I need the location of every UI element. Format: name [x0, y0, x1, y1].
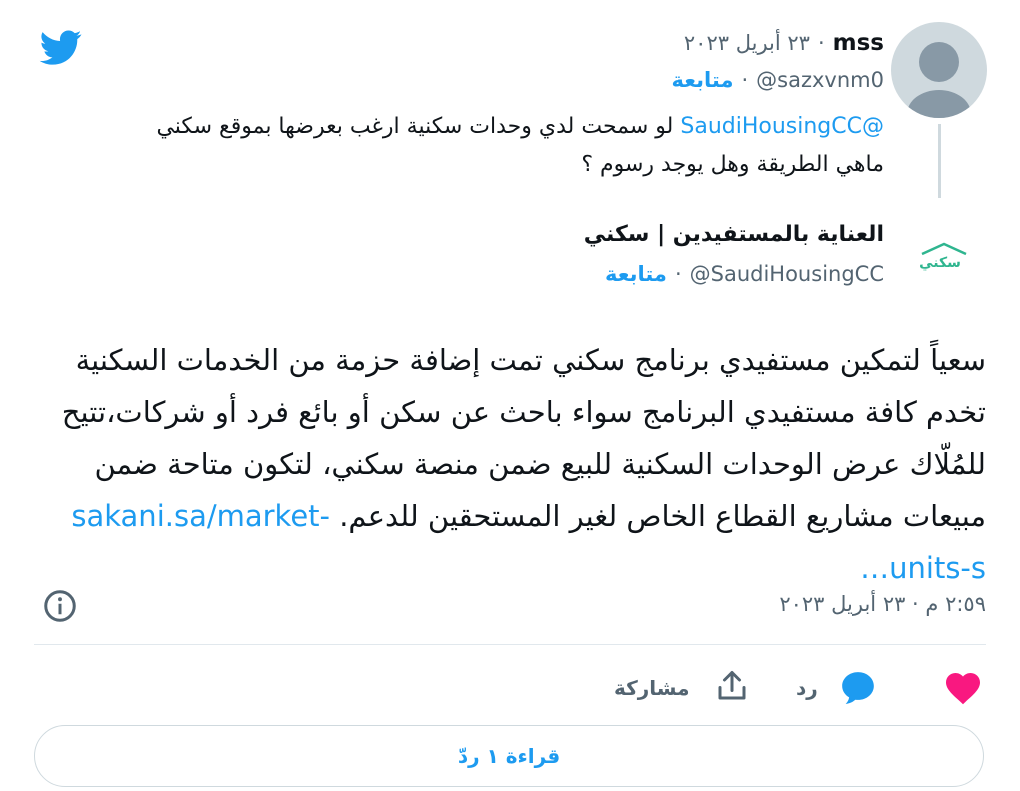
- reply-tweet-header: mss · ٢٣ أبريل ٢٠٢٣: [684, 30, 884, 56]
- main-handle-row: @SaudiHousingCC · متابعة: [605, 262, 884, 286]
- default-avatar-icon: [907, 42, 971, 118]
- share-icon[interactable]: [714, 668, 750, 704]
- reply-author-name[interactable]: mss: [833, 30, 884, 56]
- sakani-logo-icon: سكني: [919, 242, 967, 271]
- divider: [34, 644, 986, 645]
- thread-line: [938, 124, 941, 198]
- mention-link[interactable]: @SaudiHousingCC: [680, 114, 884, 139]
- tweet-timestamp[interactable]: ٢:٥٩ م · ٢٣ أبريل ٢٠٢٣: [779, 592, 986, 616]
- reply-label[interactable]: رد: [796, 676, 818, 700]
- heart-icon[interactable]: [944, 671, 982, 705]
- reply-bubble-icon[interactable]: [838, 669, 878, 707]
- separator-dot: ·: [817, 31, 825, 55]
- read-replies-button[interactable]: قراءة ١ ردّ: [34, 725, 984, 787]
- sakani-logo[interactable]: سكني: [904, 240, 976, 276]
- sakani-logo-text: سكني: [919, 255, 961, 271]
- separator-dot: ·: [674, 262, 682, 286]
- reply-date[interactable]: ٢٣ أبريل ٢٠٢٣: [684, 31, 810, 55]
- read-replies-label: قراءة ١ ردّ: [457, 744, 561, 768]
- main-author-name[interactable]: العناية بالمستفيدين | سكني: [584, 222, 884, 247]
- reply-handle-row: @sazxvnm0 · متابعة: [672, 68, 884, 92]
- twitter-bird-icon[interactable]: [36, 26, 86, 68]
- main-tweet-text: سعياً لتمكين مستفيدي برنامج سكني تمت إضا…: [36, 334, 986, 594]
- avatar[interactable]: [891, 22, 987, 118]
- share-label[interactable]: مشاركة: [614, 676, 690, 700]
- main-handle[interactable]: @SaudiHousingCC: [690, 262, 884, 286]
- reply-handle[interactable]: @sazxvnm0: [756, 68, 884, 92]
- separator-dot: ·: [741, 68, 749, 92]
- info-icon[interactable]: [42, 588, 78, 624]
- follow-button[interactable]: متابعة: [605, 262, 667, 286]
- follow-button[interactable]: متابعة: [672, 68, 734, 92]
- reply-tweet-text: @SaudiHousingCC لو سمحت لدي وحدات سكنية …: [124, 108, 884, 184]
